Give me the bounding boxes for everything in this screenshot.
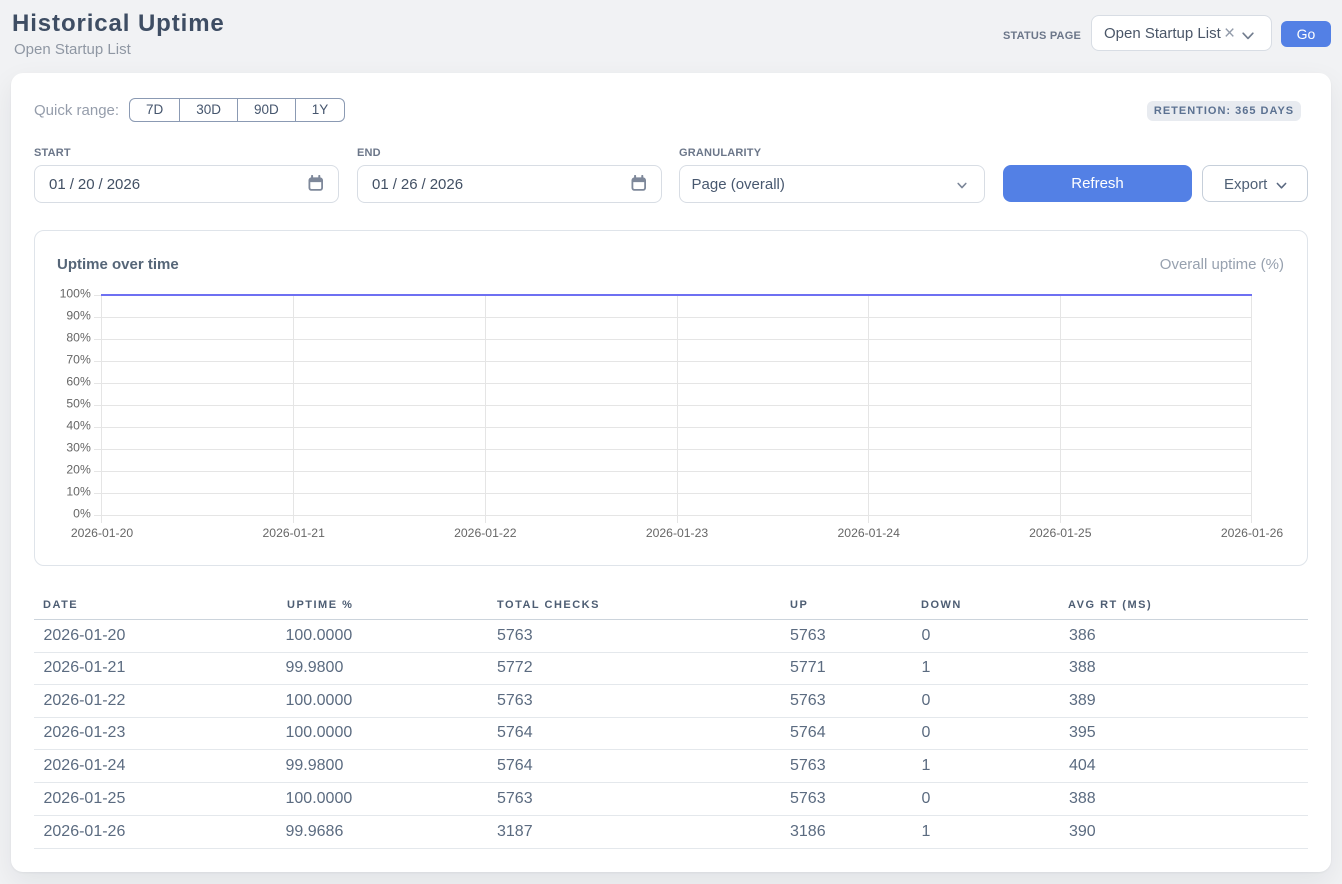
svg-text:60%: 60% xyxy=(66,375,91,389)
svg-text:40%: 40% xyxy=(66,419,91,433)
svg-text:0%: 0% xyxy=(73,507,91,521)
svg-text:30%: 30% xyxy=(66,441,91,455)
svg-text:100%: 100% xyxy=(60,287,91,301)
svg-text:2026-01-25: 2026-01-25 xyxy=(1029,526,1092,540)
svg-text:80%: 80% xyxy=(66,331,91,345)
svg-text:2026-01-26: 2026-01-26 xyxy=(1221,526,1284,540)
svg-text:20%: 20% xyxy=(66,463,91,477)
svg-text:50%: 50% xyxy=(66,397,91,411)
svg-text:2026-01-24: 2026-01-24 xyxy=(838,526,901,540)
svg-text:90%: 90% xyxy=(66,309,91,323)
svg-text:2026-01-20: 2026-01-20 xyxy=(71,526,134,540)
svg-text:2026-01-21: 2026-01-21 xyxy=(263,526,326,540)
svg-text:70%: 70% xyxy=(66,353,91,367)
svg-text:2026-01-22: 2026-01-22 xyxy=(454,526,517,540)
svg-text:10%: 10% xyxy=(66,485,91,499)
svg-text:2026-01-23: 2026-01-23 xyxy=(646,526,709,540)
